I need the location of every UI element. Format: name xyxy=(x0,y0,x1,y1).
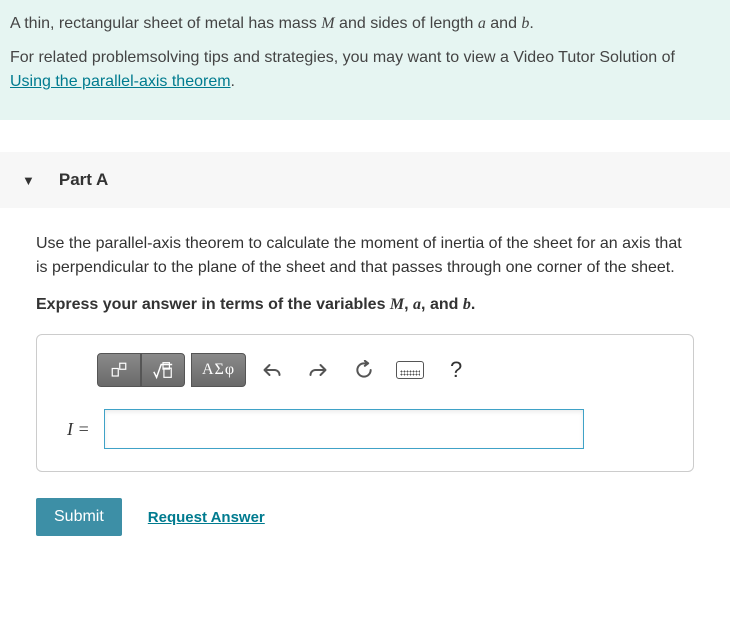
answer-lhs-label: I = xyxy=(67,419,90,440)
redo-button[interactable] xyxy=(298,353,338,387)
problem-intro: A thin, rectangular sheet of metal has m… xyxy=(0,0,730,120)
problem-statement: A thin, rectangular sheet of metal has m… xyxy=(10,12,720,36)
variable-M: M xyxy=(321,15,334,32)
undo-button[interactable] xyxy=(252,353,292,387)
request-answer-link[interactable]: Request Answer xyxy=(148,509,265,526)
undo-icon xyxy=(262,360,282,380)
part-a-body: Use the parallel-axis theorem to calcula… xyxy=(0,208,730,556)
variable-b: b xyxy=(463,296,471,313)
keyboard-button[interactable] xyxy=(390,353,430,387)
submit-button[interactable]: Submit xyxy=(36,498,122,536)
tips-statement: For related problemsolving tips and stra… xyxy=(10,46,720,94)
keyboard-icon xyxy=(396,361,424,379)
redo-icon xyxy=(308,360,328,380)
tool-greek-group: ΑΣφ xyxy=(191,353,246,387)
template-button[interactable] xyxy=(97,353,141,387)
part-a-header[interactable]: ▼ Part A xyxy=(0,152,730,208)
template-icon xyxy=(110,361,128,379)
answer-input[interactable] xyxy=(104,409,584,449)
text: Express your answer in terms of the vari… xyxy=(36,296,390,313)
tool-templates-group xyxy=(97,353,185,387)
sqrt-icon xyxy=(152,359,174,381)
variable-a: a xyxy=(478,15,486,32)
text: . xyxy=(231,73,235,90)
collapse-icon: ▼ xyxy=(22,173,35,188)
variable-a: a xyxy=(413,296,421,313)
equation-toolbar: ΑΣφ ? xyxy=(97,353,673,387)
text: , xyxy=(404,296,413,313)
greek-button[interactable]: ΑΣφ xyxy=(191,353,246,387)
variable-M: M xyxy=(390,296,404,313)
text: and xyxy=(486,15,522,32)
text: A thin, rectangular sheet of metal has m… xyxy=(10,15,321,32)
text: , and xyxy=(421,296,463,313)
reset-button[interactable] xyxy=(344,353,384,387)
answer-box: ΑΣφ ? I = xyxy=(36,334,694,472)
question-text: Use the parallel-axis theorem to calcula… xyxy=(36,232,694,280)
reset-icon xyxy=(354,360,374,380)
text: . xyxy=(529,15,533,32)
help-button[interactable]: ? xyxy=(436,353,476,387)
video-tutor-link[interactable]: Using the parallel-axis theorem xyxy=(10,73,231,90)
part-title: Part A xyxy=(59,170,108,190)
text: For related problemsolving tips and stra… xyxy=(10,49,675,66)
express-instruction: Express your answer in terms of the vari… xyxy=(36,296,694,314)
answer-input-row: I = xyxy=(67,409,673,449)
action-row: Submit Request Answer xyxy=(36,498,694,536)
sqrt-button[interactable] xyxy=(141,353,185,387)
text: and sides of length xyxy=(335,15,478,32)
text: . xyxy=(471,296,475,313)
